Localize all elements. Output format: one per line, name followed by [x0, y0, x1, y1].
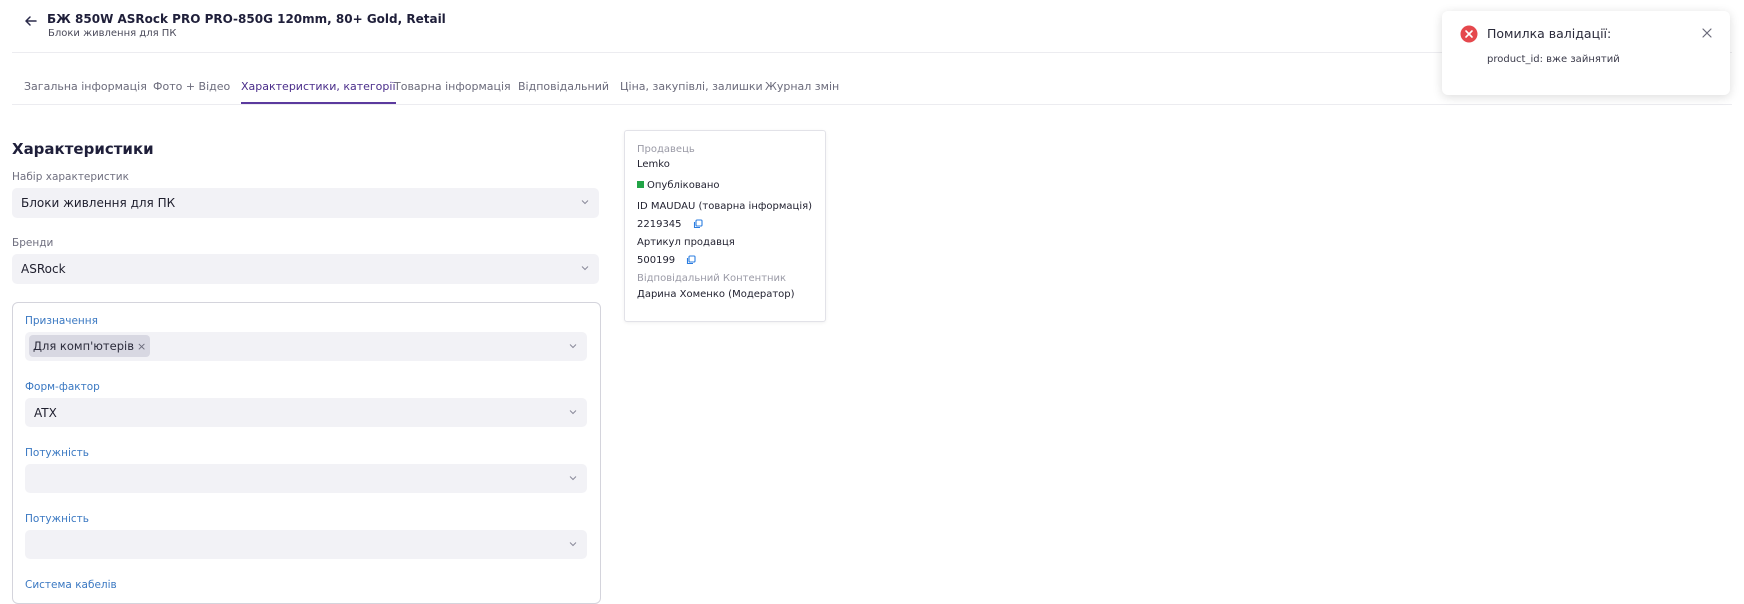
chevron-down-icon	[581, 200, 589, 205]
cable-system-label: Система кабелів	[25, 579, 117, 591]
maudau-id-row: 2219345	[637, 219, 703, 230]
toast-message: product_id: вже зайнятий	[1487, 54, 1620, 65]
toast-title: Помилка валідації:	[1487, 26, 1612, 41]
set-label: Набір характеристик	[12, 171, 129, 183]
characteristics-set-select[interactable]: Блоки живлення для ПК	[12, 188, 599, 218]
back-button[interactable]	[20, 10, 42, 32]
product-info-card: Продавець Lemko Опубліковано ID MAUDAU (…	[624, 130, 826, 322]
chevron-down-icon	[569, 410, 577, 415]
chip-remove-icon[interactable]: ×	[137, 340, 146, 353]
tab-change-log[interactable]: Журнал змін	[765, 80, 839, 93]
copy-icon[interactable]	[686, 255, 696, 265]
form-factor-label: Форм-фактор	[25, 381, 100, 393]
section-title: Характеристики	[12, 140, 154, 158]
tab-price-stock[interactable]: Ціна, закупівлі, залишки	[620, 80, 763, 93]
chevron-down-icon	[581, 266, 589, 271]
select-value: ATX	[34, 406, 57, 420]
chevron-down-icon	[569, 476, 577, 481]
error-icon	[1460, 25, 1478, 43]
page-subtitle: Блоки живлення для ПК	[48, 28, 177, 39]
status-text: Опубліковано	[647, 180, 720, 191]
tab-responsible[interactable]: Відповідальний	[518, 80, 609, 93]
article-row: 500199	[637, 255, 696, 266]
copy-icon[interactable]	[693, 219, 703, 229]
status-dot-icon	[637, 181, 644, 188]
status-row: Опубліковано	[637, 180, 720, 191]
power-select[interactable]	[25, 464, 587, 493]
content-manager-label: Відповідальний Контентник	[637, 273, 787, 284]
maudau-id-label: ID MAUDAU (товарна інформація)	[637, 201, 813, 212]
tab-general-info[interactable]: Загальна інформація	[24, 80, 147, 93]
close-icon[interactable]	[1700, 26, 1714, 40]
arrow-left-icon	[25, 16, 37, 26]
maudau-id-value: 2219345	[637, 219, 682, 230]
seller-value: Lemko	[637, 159, 670, 170]
tab-photo-video[interactable]: Фото + Відео	[153, 80, 230, 93]
chip-label: Для комп'ютерів	[33, 339, 134, 353]
page-title: БЖ 850W ASRock PRO PRO-850G 120mm, 80+ G…	[47, 12, 446, 26]
content-manager-value: Дарина Хоменко (Модератор)	[637, 289, 795, 300]
purpose-label: Призначення	[25, 315, 98, 327]
error-toast: Помилка валідації: product_id: вже зайня…	[1442, 11, 1730, 95]
chevron-down-icon	[569, 344, 577, 349]
tab-characteristics[interactable]: Характеристики, категорії	[241, 80, 396, 104]
brands-label: Бренди	[12, 237, 54, 249]
power-select-2[interactable]	[25, 530, 587, 559]
purpose-select[interactable]: Для комп'ютерів ×	[25, 332, 587, 361]
seller-label: Продавець	[637, 144, 695, 155]
article-label: Артикул продавця	[637, 237, 735, 248]
chevron-down-icon	[569, 542, 577, 547]
power-label-2: Потужність	[25, 513, 89, 525]
form-factor-select[interactable]: ATX	[25, 398, 587, 427]
power-label: Потужність	[25, 447, 89, 459]
purpose-chip: Для комп'ютерів ×	[29, 335, 151, 357]
select-value: ASRock	[21, 262, 66, 276]
brands-select[interactable]: ASRock	[12, 254, 599, 284]
article-value: 500199	[637, 255, 676, 266]
tab-product-info[interactable]: Товарна інформація	[394, 80, 511, 93]
select-value: Блоки живлення для ПК	[21, 196, 176, 210]
attributes-group: Призначення Для комп'ютерів × Форм-факто…	[12, 302, 601, 604]
